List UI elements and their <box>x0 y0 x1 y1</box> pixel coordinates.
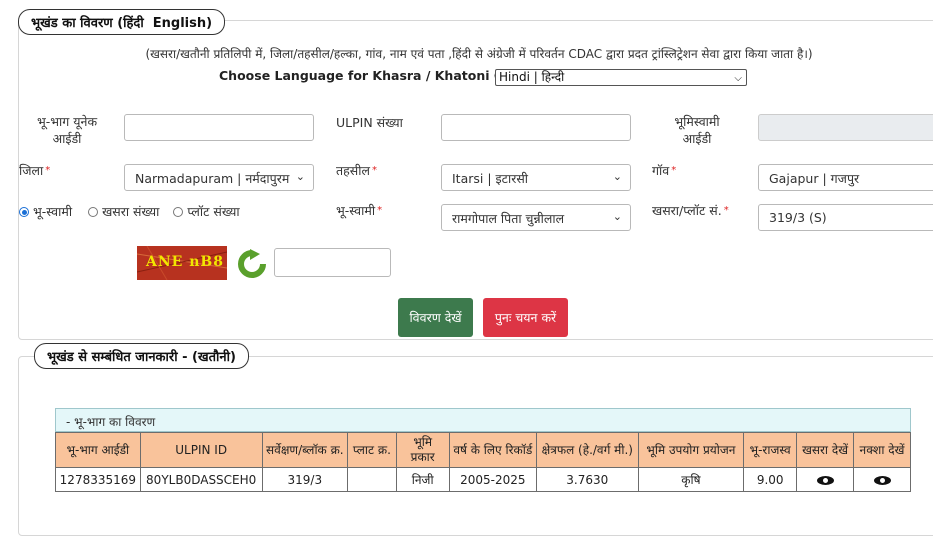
land-parcel-table: भू-भाग आईडी ULPIN ID सर्वेक्षण/ब्लॉक क्र… <box>55 432 911 492</box>
chevron-down-icon: ⌄ <box>295 170 305 183</box>
radio-plot[interactable] <box>173 206 184 217</box>
col-header: क्षेत्रफल (हे./वर्ग मी.) <box>535 432 639 468</box>
cell-land-use: कृषि <box>637 467 745 492</box>
owner-id-label: भूमिस्वामी आईडी <box>662 113 732 147</box>
cell-area: 3.7630 <box>535 467 639 492</box>
chevron-down-icon: ⌄ <box>612 210 622 223</box>
eye-icon[interactable] <box>873 475 891 485</box>
district-select[interactable]: Narmadapuram | नर्मदापुरम ⌄ <box>124 164 314 191</box>
tehsil-label: तहसील * <box>336 162 377 179</box>
unique-id-input[interactable] <box>124 114 314 141</box>
lang-english-link[interactable]: English) <box>153 16 212 31</box>
village-select[interactable]: Gajapur | गजपुर <box>758 164 933 191</box>
captcha-input[interactable] <box>274 248 391 277</box>
required-mark: * <box>45 165 51 176</box>
captcha-image: ANE nB8 <box>137 246 227 280</box>
khasra-label: खसरा/प्लॉट सं. * <box>652 202 729 219</box>
tehsil-select-value: Itarsi | इटारसी <box>452 171 529 186</box>
reset-button[interactable]: पुनः चयन करें <box>483 298 568 337</box>
owner-id-label-text: भूमिस्वामी आईडी <box>674 114 720 146</box>
chevron-down-icon: ⌵ <box>734 73 742 84</box>
chevron-down-icon: ⌄ <box>612 170 622 183</box>
col-header: नक्शा देखें <box>853 432 911 468</box>
eye-icon[interactable] <box>816 475 834 485</box>
cell-land-type: निजी <box>395 467 450 492</box>
cell-ulpin: 80YLB0DASSCEH0 <box>139 467 263 492</box>
language-select[interactable]: Hindi | हिन्दी ⌵ <box>495 69 747 86</box>
col-header: भूमि प्रकार <box>395 432 450 468</box>
village-label-text: गॉव <box>652 163 670 178</box>
cell-survey-no: 319/3 <box>261 467 349 492</box>
village-select-value: Gajapur | गजपुर <box>769 171 860 186</box>
district-label: जिला * <box>19 162 50 179</box>
cell-view-khasra[interactable] <box>796 467 854 492</box>
owner-label-text: भू-स्वामी <box>336 203 376 218</box>
col-header: वर्ष के लिए रिकॉर्ड <box>448 432 537 468</box>
owner-select-value: रामगोपाल पिता चुन्नीलाल <box>452 211 565 226</box>
table-header-row: भू-भाग आईडी ULPIN ID सर्वेक्षण/ब्लॉक क्र… <box>55 432 911 468</box>
captcha-text: ANE nB8 <box>146 254 224 270</box>
village-label: गॉव * <box>652 162 676 179</box>
unique-id-label-text: भू-भाग यूनेक आईडी <box>36 114 98 146</box>
required-mark: * <box>671 165 677 176</box>
transliteration-note: (खसरा/खतौनी प्रतिलिपी में, जिला/तहसील/हल… <box>145 47 813 61</box>
col-header: ULPIN ID <box>139 432 263 468</box>
cell-plot-no <box>347 467 397 492</box>
refresh-icon[interactable] <box>236 249 268 279</box>
table-title: - भू-भाग का विवरण <box>55 408 911 432</box>
radio-owner[interactable] <box>19 206 29 217</box>
required-mark: * <box>723 205 729 216</box>
radio-khasra-label: खसरा संख्या <box>102 204 160 219</box>
required-mark: * <box>371 165 377 176</box>
khatauni-legend: भूखंड से सम्बंधित जानकारी - (खतौनी) <box>34 343 249 369</box>
col-header: सर्वेक्षण/ब्लॉक क्र. <box>261 432 349 468</box>
ulpin-input[interactable] <box>441 114 631 141</box>
table-row: 1278335169 80YLB0DASSCEH0 319/3 निजी 200… <box>55 467 911 492</box>
khasra-select-value: 319/3 (S) <box>769 210 827 225</box>
cell-record-year: 2005-2025 <box>448 467 537 492</box>
owner-id-input <box>758 114 933 141</box>
legend-title: भूखंड का विवरण <box>31 16 113 31</box>
district-label-text: जिला <box>19 163 44 178</box>
tehsil-label-text: तहसील <box>336 163 370 178</box>
search-type-radios: भू-स्वामी खसरा संख्या प्लॉट संख्या <box>19 203 240 220</box>
view-details-button[interactable]: विवरण देखें <box>398 298 473 337</box>
cell-view-map[interactable] <box>853 467 911 492</box>
required-mark: * <box>377 205 383 216</box>
language-label: Choose Language for Khasra / Khatoni Cop… <box>219 68 534 83</box>
col-header: प्लाट क्र. <box>347 432 397 468</box>
radio-khasra[interactable] <box>88 206 99 217</box>
unique-id-label: भू-भाग यूनेक आईडी <box>22 113 112 147</box>
land-details-legend: भूखंड का विवरण (हिंदी English) <box>18 9 226 35</box>
radio-owner-label: भू-स्वामी <box>33 204 73 219</box>
tehsil-select[interactable]: Itarsi | इटारसी ⌄ <box>441 164 631 191</box>
col-header: खसरा देखें <box>796 432 854 468</box>
owner-label: भू-स्वामी * <box>336 202 382 219</box>
district-select-value: Narmadapuram | नर्मदापुरम <box>135 171 290 186</box>
radio-plot-label: प्लॉट संख्या <box>187 204 240 219</box>
cell-parcel-id: 1278335169 <box>55 467 141 492</box>
cell-revenue: 9.00 <box>743 467 798 492</box>
lang-hindi-link[interactable]: (हिंदी <box>117 16 143 31</box>
khasra-select[interactable]: 319/3 (S) <box>758 204 933 231</box>
khasra-label-text: खसरा/प्लॉट सं. <box>652 203 722 218</box>
language-select-value: Hindi | हिन्दी <box>499 70 565 84</box>
ulpin-label: ULPIN संख्या <box>336 115 403 130</box>
col-header: भूमि उपयोग प्रयोजन <box>637 432 745 468</box>
col-header: भू-भाग आईडी <box>55 432 141 468</box>
owner-select[interactable]: रामगोपाल पिता चुन्नीलाल ⌄ <box>441 204 631 231</box>
col-header: भू-राजस्व <box>743 432 798 468</box>
